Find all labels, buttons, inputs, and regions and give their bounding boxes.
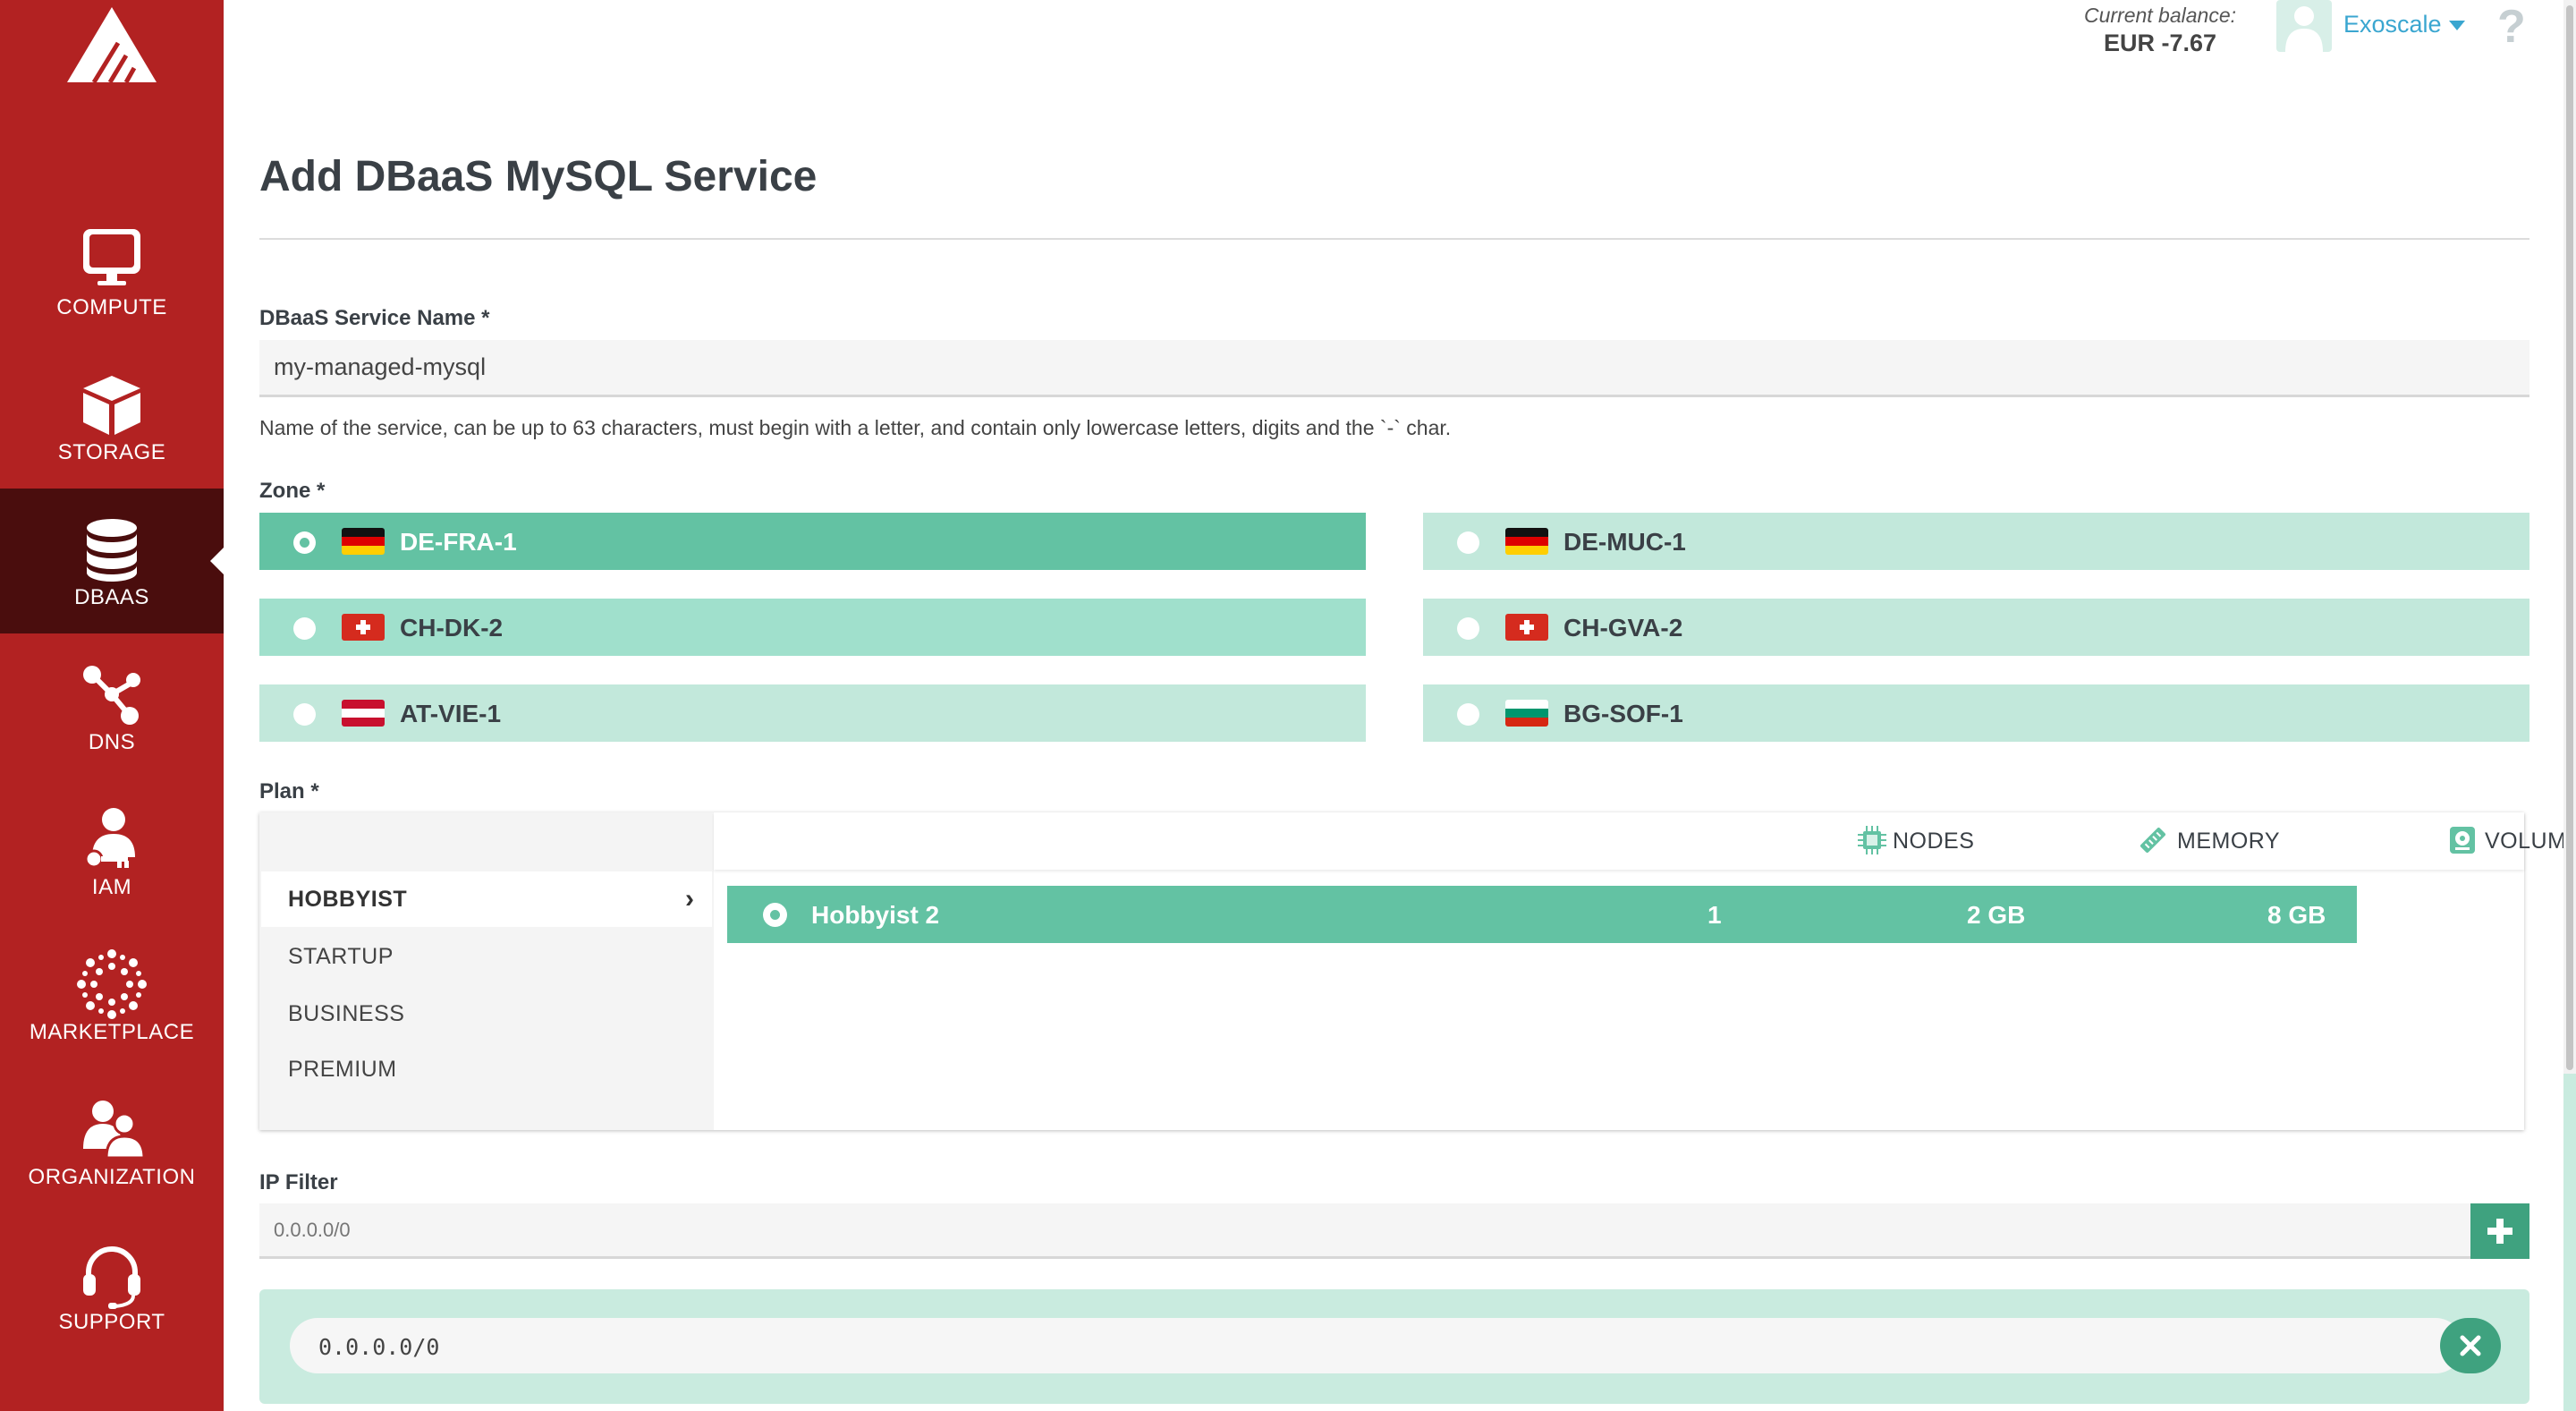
current-balance: Current balance: EUR -7.67 (2075, 4, 2245, 57)
sidebar-item-label: IAM (91, 875, 132, 899)
sidebar-item-label: DNS (88, 730, 136, 754)
plan-row-hobbyist-2[interactable]: Hobbyist 2 1 2 GB 8 GB (727, 886, 2357, 943)
service-name-input[interactable] (259, 340, 2529, 397)
zone-name: CH-GVA-2 (1563, 614, 1683, 642)
plan-table-header: NODES MEMORY VOLUME (714, 812, 2576, 870)
radio-button[interactable] (763, 903, 787, 927)
sidebar-item-label: MARKETPLACE (29, 1020, 195, 1044)
switzerland-flag-icon (342, 614, 385, 641)
tab-premium[interactable]: PREMIUM (261, 1041, 712, 1097)
plan-memory: 2 GB (1967, 901, 2026, 929)
switzerland-flag-icon (1505, 614, 1548, 641)
sidebar-item-dns[interactable]: DNS (0, 633, 224, 778)
bulgaria-flag-icon (1505, 700, 1548, 727)
close-icon (2460, 1335, 2481, 1356)
dots-circle-icon (77, 949, 147, 1019)
headset-icon (83, 1246, 140, 1309)
ip-filter-label: IP Filter (259, 1170, 338, 1194)
radio-button[interactable] (1457, 703, 1479, 726)
balance-label: Current balance: (2083, 4, 2237, 27)
sidebar-item-organization[interactable]: ORGANIZATION (0, 1068, 224, 1213)
balance-value: EUR -7.67 (2103, 30, 2217, 56)
tab-label: HOBBYIST (288, 887, 408, 912)
database-icon (87, 519, 137, 582)
germany-flag-icon (342, 528, 385, 555)
plan-name: Hobbyist 2 (811, 901, 940, 929)
sidebar-item-storage[interactable]: STORAGE (0, 344, 224, 489)
radio-button[interactable] (293, 703, 316, 726)
radio-button[interactable] (1457, 617, 1479, 640)
share-nodes-icon (83, 666, 140, 725)
tab-business[interactable]: BUSINESS (261, 986, 712, 1041)
tab-label: BUSINESS (288, 1001, 405, 1026)
radio-button[interactable] (1457, 531, 1479, 554)
chevron-down-icon[interactable] (2449, 21, 2465, 30)
zone-option-ch-dk-2[interactable]: CH-DK-2 (259, 599, 1366, 656)
sidebar-item-iam[interactable]: IAM (0, 778, 224, 923)
zone-label: Zone * (259, 479, 326, 503)
sidebar-item-support[interactable]: SUPPORT (0, 1213, 224, 1358)
zone-name: DE-FRA-1 (400, 528, 517, 556)
sidebar-item-label: COMPUTE (56, 295, 167, 319)
scrollbar-track-lower (2563, 1074, 2576, 1411)
sidebar-item-label: ORGANIZATION (28, 1165, 196, 1189)
tab-hobbyist[interactable]: HOBBYIST › (261, 871, 712, 927)
plan-nodes: 1 (1707, 901, 1722, 929)
zone-option-bg-sof-1[interactable]: BG-SOF-1 (1423, 684, 2529, 742)
plan-volume: 8 GB (2267, 901, 2326, 929)
disk-icon (2450, 827, 2475, 854)
page-title: Add DBaaS MySQL Service (259, 153, 818, 200)
ip-filter-entry: 0.0.0.0/0 (290, 1318, 2463, 1373)
avatar-icon[interactable] (2276, 0, 2332, 52)
radio-button[interactable] (293, 531, 316, 554)
exoscale-logo-icon[interactable] (67, 7, 157, 82)
sidebar: COMPUTE STORAGE DBAAS DNS IAM MARKETPLAC… (0, 0, 224, 1411)
help-icon[interactable]: ? (2497, 0, 2526, 54)
germany-flag-icon (1505, 528, 1548, 555)
plan-selector: HOBBYIST › STARTUP BUSINESS PREMIUM NODE… (259, 812, 2576, 1130)
plus-icon (2487, 1219, 2512, 1244)
sidebar-item-label: DBAAS (74, 585, 149, 609)
sidebar-item-label: STORAGE (57, 440, 166, 464)
user-key-icon (84, 808, 135, 869)
sidebar-item-marketplace[interactable]: MARKETPLACE (0, 923, 224, 1068)
zone-name: DE-MUC-1 (1563, 528, 1686, 556)
column-nodes: NODES (1893, 829, 1975, 854)
divider (259, 238, 2529, 240)
zone-option-de-muc-1[interactable]: DE-MUC-1 (1423, 513, 2529, 570)
sidebar-item-compute[interactable]: COMPUTE (0, 199, 224, 344)
plan-label: Plan * (259, 779, 319, 803)
add-ip-button[interactable] (2470, 1203, 2529, 1259)
zone-option-de-fra-1[interactable]: DE-FRA-1 (259, 513, 1366, 570)
users-icon (83, 1101, 146, 1160)
zone-option-ch-gva-2[interactable]: CH-GVA-2 (1423, 599, 2529, 656)
cube-icon (83, 376, 140, 435)
chip-icon (1858, 826, 1886, 854)
remove-ip-button[interactable] (2440, 1318, 2501, 1373)
zone-name: CH-DK-2 (400, 614, 504, 642)
sidebar-item-label: SUPPORT (58, 1310, 165, 1334)
radio-button[interactable] (293, 617, 316, 640)
sidebar-item-dbaas[interactable]: DBAAS (0, 489, 224, 633)
monitor-icon (83, 229, 140, 285)
account-menu[interactable]: Exoscale (2343, 11, 2442, 38)
ip-filter-list: 0.0.0.0/0 (259, 1289, 2529, 1404)
column-volume: VOLUME (2485, 829, 2576, 854)
column-memory: MEMORY (2177, 829, 2281, 854)
zone-name: BG-SOF-1 (1563, 700, 1683, 727)
zone-option-at-vie-1[interactable]: AT-VIE-1 (259, 684, 1366, 742)
austria-flag-icon (342, 700, 385, 727)
tab-label: PREMIUM (288, 1057, 397, 1082)
ip-filter-input[interactable] (259, 1203, 2470, 1259)
scrollbar-thumb[interactable] (2566, 5, 2573, 1070)
tab-startup[interactable]: STARTUP (261, 929, 712, 984)
zone-name: AT-VIE-1 (400, 700, 502, 727)
service-name-label: DBaaS Service Name * (259, 306, 490, 330)
tab-label: STARTUP (288, 944, 394, 969)
chevron-right-icon: › (685, 884, 694, 914)
service-name-help: Name of the service, can be up to 63 cha… (259, 416, 1452, 439)
memory-icon (2140, 827, 2166, 854)
ip-filter-entry-text: 0.0.0.0/0 (318, 1334, 440, 1360)
